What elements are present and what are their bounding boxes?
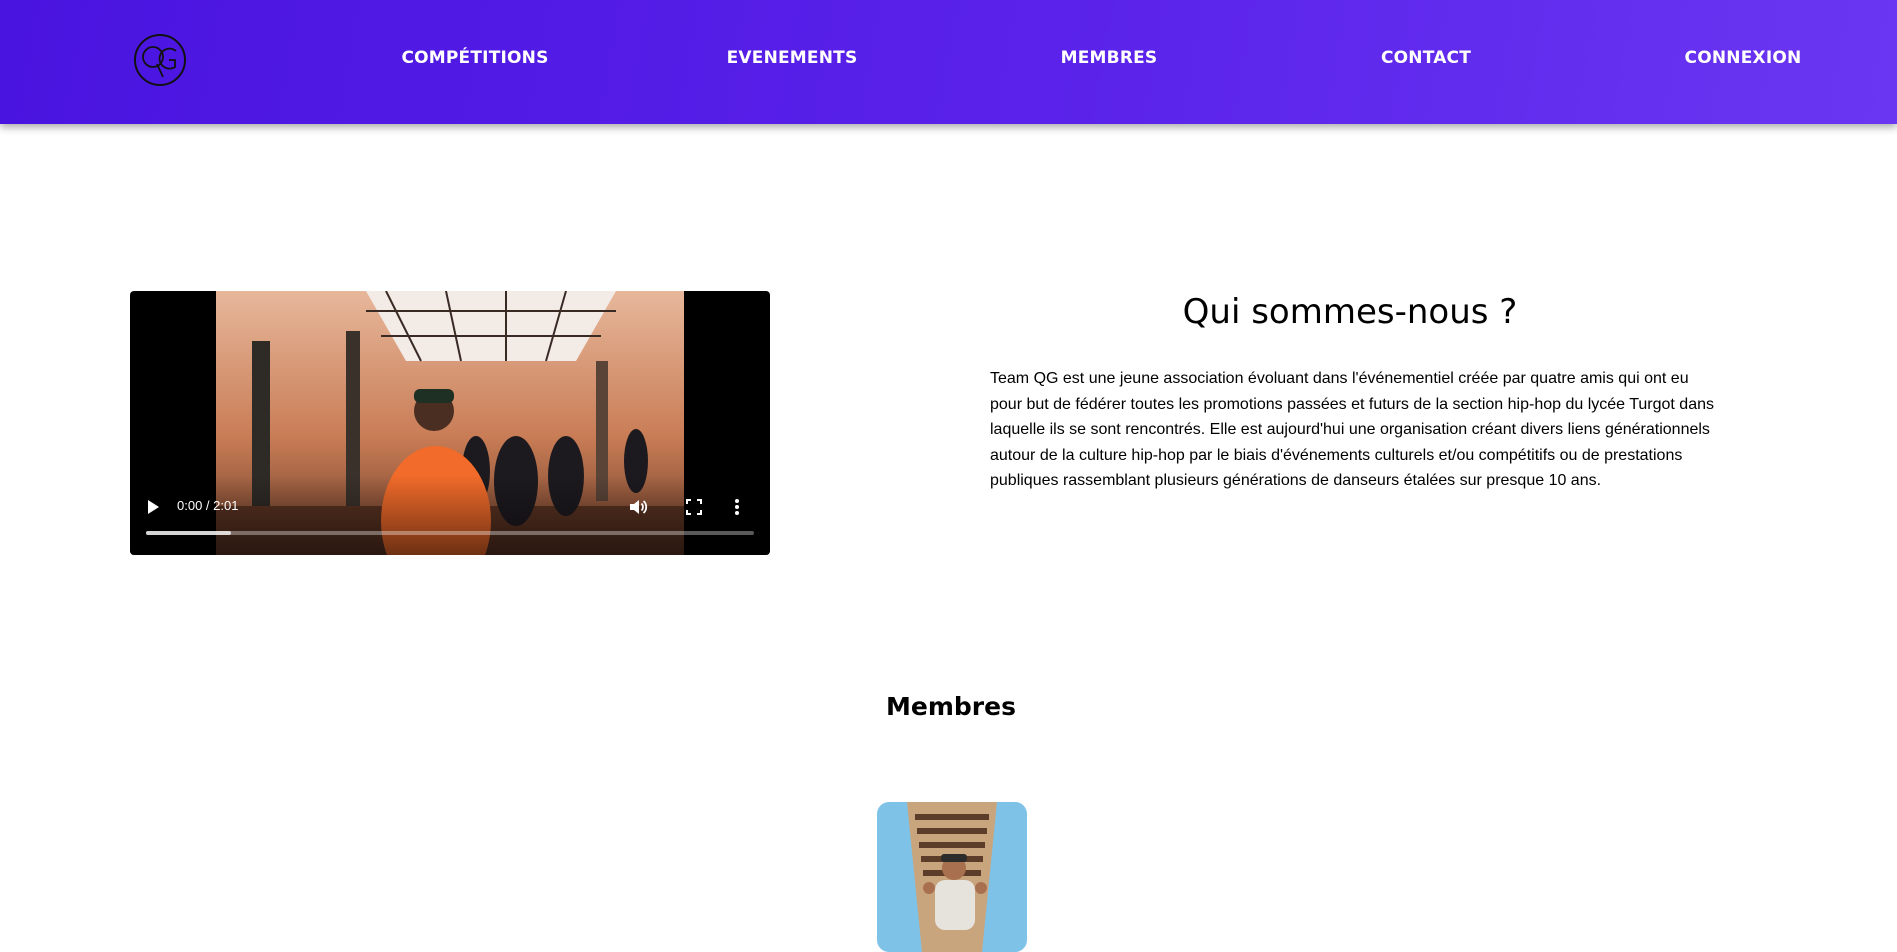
video-player[interactable]: 0:00 / 2:01	[130, 291, 770, 555]
nav-contact[interactable]: CONTACT	[1381, 48, 1471, 68]
member-photo[interactable]	[877, 802, 1027, 952]
qg-logo[interactable]	[133, 33, 187, 87]
about-text: Team QG est une jeune association évolua…	[990, 370, 1714, 490]
video-progress-fill	[146, 531, 232, 535]
fullscreen-icon[interactable]	[686, 499, 702, 515]
more-options-icon[interactable]	[734, 498, 740, 516]
members-title: Membres	[886, 692, 1016, 721]
site-header: COMPÉTITIONS EVENEMENTS MEMBRES CONTACT …	[0, 0, 1897, 124]
nav-competitions[interactable]: COMPÉTITIONS	[401, 48, 548, 68]
play-icon[interactable]	[146, 499, 160, 515]
nav-evenements[interactable]: EVENEMENTS	[727, 48, 858, 68]
volume-icon[interactable]	[628, 497, 648, 517]
video-progress-bar[interactable]	[146, 531, 754, 535]
nav-connexion[interactable]: CONNEXION	[1685, 48, 1802, 68]
nav-membres[interactable]: MEMBRES	[1061, 48, 1158, 68]
member-photo-image	[877, 802, 1027, 952]
about-title: Qui sommes-nous ?	[1182, 292, 1518, 332]
video-controls-bar	[130, 475, 770, 555]
video-time: 0:00 / 2:01	[177, 498, 239, 513]
